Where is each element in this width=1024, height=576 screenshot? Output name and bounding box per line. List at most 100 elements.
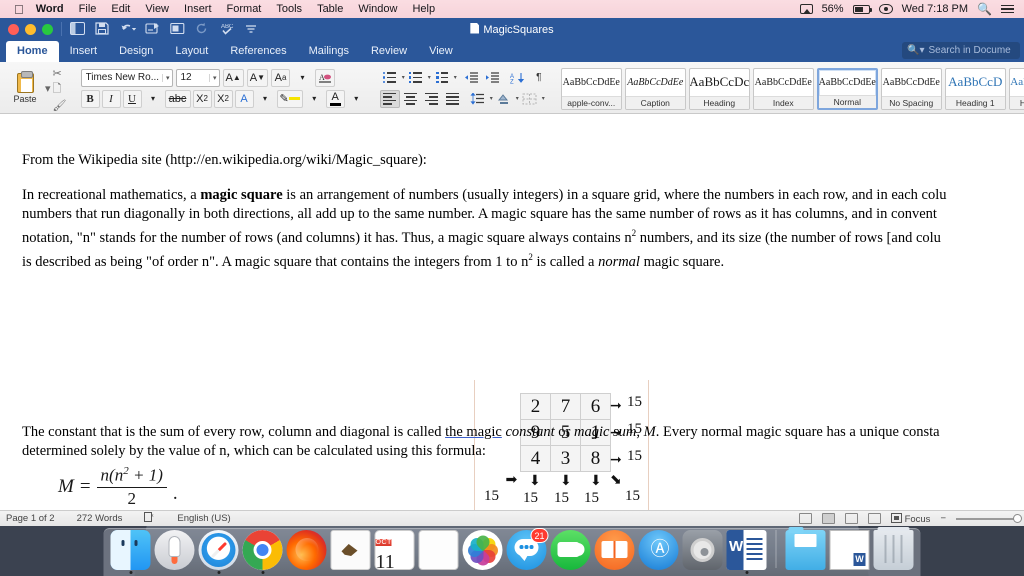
- paste-button[interactable]: Paste: [7, 70, 43, 104]
- minimize-button[interactable]: [25, 23, 36, 35]
- menu-item-window[interactable]: Window: [358, 3, 397, 15]
- tab-insert[interactable]: Insert: [59, 41, 109, 62]
- numbered-list-icon[interactable]: [406, 69, 426, 87]
- proofing-errors-icon[interactable]: x: [144, 512, 155, 525]
- highlight-chevron-icon[interactable]: ▾: [305, 90, 324, 108]
- justify-icon[interactable]: [443, 90, 463, 108]
- magic-constant-link[interactable]: the magic: [445, 424, 502, 440]
- close-button[interactable]: [8, 23, 19, 35]
- focus-button[interactable]: Focus: [890, 512, 930, 525]
- font-color-chevron-icon[interactable]: ▾: [347, 90, 366, 108]
- eye-icon[interactable]: [878, 4, 893, 14]
- menu-item-tools[interactable]: Tools: [276, 3, 302, 15]
- dock-item-document-stack[interactable]: W: [829, 530, 870, 574]
- word-count[interactable]: 272 Words: [77, 513, 123, 524]
- style-card-caption[interactable]: AaBbCcDdEе Caption: [624, 67, 686, 110]
- tab-mailings[interactable]: Mailings: [298, 41, 360, 62]
- outline-view-icon[interactable]: [844, 513, 858, 524]
- line-spacing-chevron-icon[interactable]: ▾: [490, 95, 493, 102]
- tab-design[interactable]: Design: [108, 41, 164, 62]
- shading-icon[interactable]: [494, 90, 514, 108]
- superscript-button[interactable]: X2: [213, 89, 233, 108]
- dock-item-appstore[interactable]: Ⓐ: [638, 530, 679, 574]
- bold-button[interactable]: B: [80, 89, 100, 108]
- tab-layout[interactable]: Layout: [164, 41, 219, 62]
- style-card-apple-conv[interactable]: AaBbCcDdEе apple-conv...: [560, 67, 622, 110]
- italic-button[interactable]: I: [101, 89, 121, 108]
- align-right-icon[interactable]: [422, 90, 442, 108]
- dock-item-facetime[interactable]: [550, 530, 591, 574]
- highlight-color-icon[interactable]: ✎: [276, 89, 303, 108]
- line-spacing-icon[interactable]: [468, 90, 488, 108]
- text-effects-icon[interactable]: A: [234, 89, 254, 108]
- dock-item-photos[interactable]: [462, 530, 503, 574]
- multilevel-list-icon[interactable]: [432, 69, 452, 87]
- print-layout-view-icon[interactable]: [798, 513, 812, 524]
- language-indicator[interactable]: English (US): [177, 513, 230, 524]
- dock-item-word[interactable]: W: [726, 530, 767, 574]
- apple-logo-icon[interactable]: : [14, 3, 24, 16]
- dock-item-chrome[interactable]: [242, 530, 283, 574]
- dock-item-finder[interactable]: [110, 530, 151, 574]
- zoom-button[interactable]: [42, 23, 53, 35]
- spelling-icon[interactable]: ABC: [220, 22, 235, 36]
- font-family-select[interactable]: Times New Ro... ▾: [80, 68, 173, 87]
- align-center-icon[interactable]: [401, 90, 421, 108]
- font-color-icon[interactable]: A: [325, 89, 345, 108]
- redo-icon[interactable]: [145, 22, 160, 36]
- search-input[interactable]: 🔍▾ Search in Docume: [902, 42, 1020, 59]
- style-card-no-spacing[interactable]: AaBbCcDdEе No Spacing: [880, 67, 942, 110]
- document-page[interactable]: From the Wikipedia site (http://en.wikip…: [0, 128, 1024, 518]
- sidebar-toggle-icon[interactable]: [70, 22, 85, 36]
- decrease-indent-icon[interactable]: [462, 69, 482, 87]
- shading-chevron-icon[interactable]: ▾: [516, 95, 519, 102]
- zoom-slider[interactable]: [956, 513, 1022, 523]
- more-options-icon[interactable]: [245, 22, 260, 36]
- menu-item-edit[interactable]: Edit: [111, 3, 130, 15]
- bullet-list-chevron-icon[interactable]: ▾: [402, 74, 405, 81]
- airplay-icon[interactable]: [799, 4, 813, 14]
- dock-item-systempreferences[interactable]: [682, 530, 723, 574]
- dock-item-mail[interactable]: [330, 530, 371, 574]
- tab-references[interactable]: References: [219, 41, 297, 62]
- menu-item-table[interactable]: Table: [317, 3, 343, 15]
- borders-icon[interactable]: [520, 90, 540, 108]
- style-card-heading-1[interactable]: AaBbCcD Heading 1: [944, 67, 1006, 110]
- dock-item-trash[interactable]: [873, 527, 914, 574]
- show-paragraph-marks-button[interactable]: ¶: [529, 69, 549, 87]
- align-left-icon[interactable]: [379, 89, 400, 108]
- text-effects-chevron-icon[interactable]: ▾: [256, 90, 275, 108]
- zoom-out-button[interactable]: −: [940, 513, 946, 524]
- draft-view-icon[interactable]: [867, 513, 881, 524]
- subscript-button[interactable]: X2: [192, 89, 212, 108]
- clear-formatting-icon[interactable]: A: [315, 68, 336, 87]
- menu-item-format[interactable]: Format: [227, 3, 262, 15]
- menu-item-file[interactable]: File: [79, 3, 97, 15]
- strikethrough-button[interactable]: abc: [164, 89, 191, 108]
- zoom-slider-knob[interactable]: [1013, 513, 1022, 523]
- shrink-font-button[interactable]: A ▼: [246, 68, 269, 87]
- style-card-index[interactable]: AaBbCcDdEе Index: [752, 67, 814, 110]
- menu-item-word[interactable]: Word: [36, 3, 64, 15]
- web-layout-view-icon[interactable]: [821, 513, 835, 524]
- dock-item-firefox[interactable]: [286, 530, 327, 574]
- page-indicator[interactable]: Page 1 of 2: [6, 513, 55, 524]
- style-card-normal[interactable]: AaBbCcDdEе Normal: [816, 67, 878, 110]
- multilevel-list-chevron-icon[interactable]: ▾: [454, 74, 457, 81]
- paste-options-chevron-icon[interactable]: ▾: [45, 82, 51, 95]
- dock-item-messages[interactable]: 21: [506, 528, 549, 574]
- menu-item-help[interactable]: Help: [412, 3, 435, 15]
- change-case-icon[interactable]: Aa: [271, 68, 291, 87]
- tab-review[interactable]: Review: [360, 41, 418, 62]
- dock-item-safari[interactable]: [198, 530, 239, 574]
- grow-font-button[interactable]: A ▲: [222, 68, 244, 87]
- dock-item-launchpad[interactable]: [154, 530, 195, 574]
- font-size-select[interactable]: 12 ▾: [175, 68, 220, 87]
- format-painter-icon[interactable]: 🖌: [53, 99, 67, 112]
- notification-center-icon[interactable]: [1001, 4, 1014, 14]
- undo-icon[interactable]: [120, 22, 137, 36]
- menu-item-insert[interactable]: Insert: [184, 3, 212, 15]
- menubar-clock[interactable]: Wed 7:18 PM: [902, 3, 968, 15]
- underline-button[interactable]: U: [122, 89, 142, 108]
- change-case-chevron-icon[interactable]: ▾: [293, 69, 312, 87]
